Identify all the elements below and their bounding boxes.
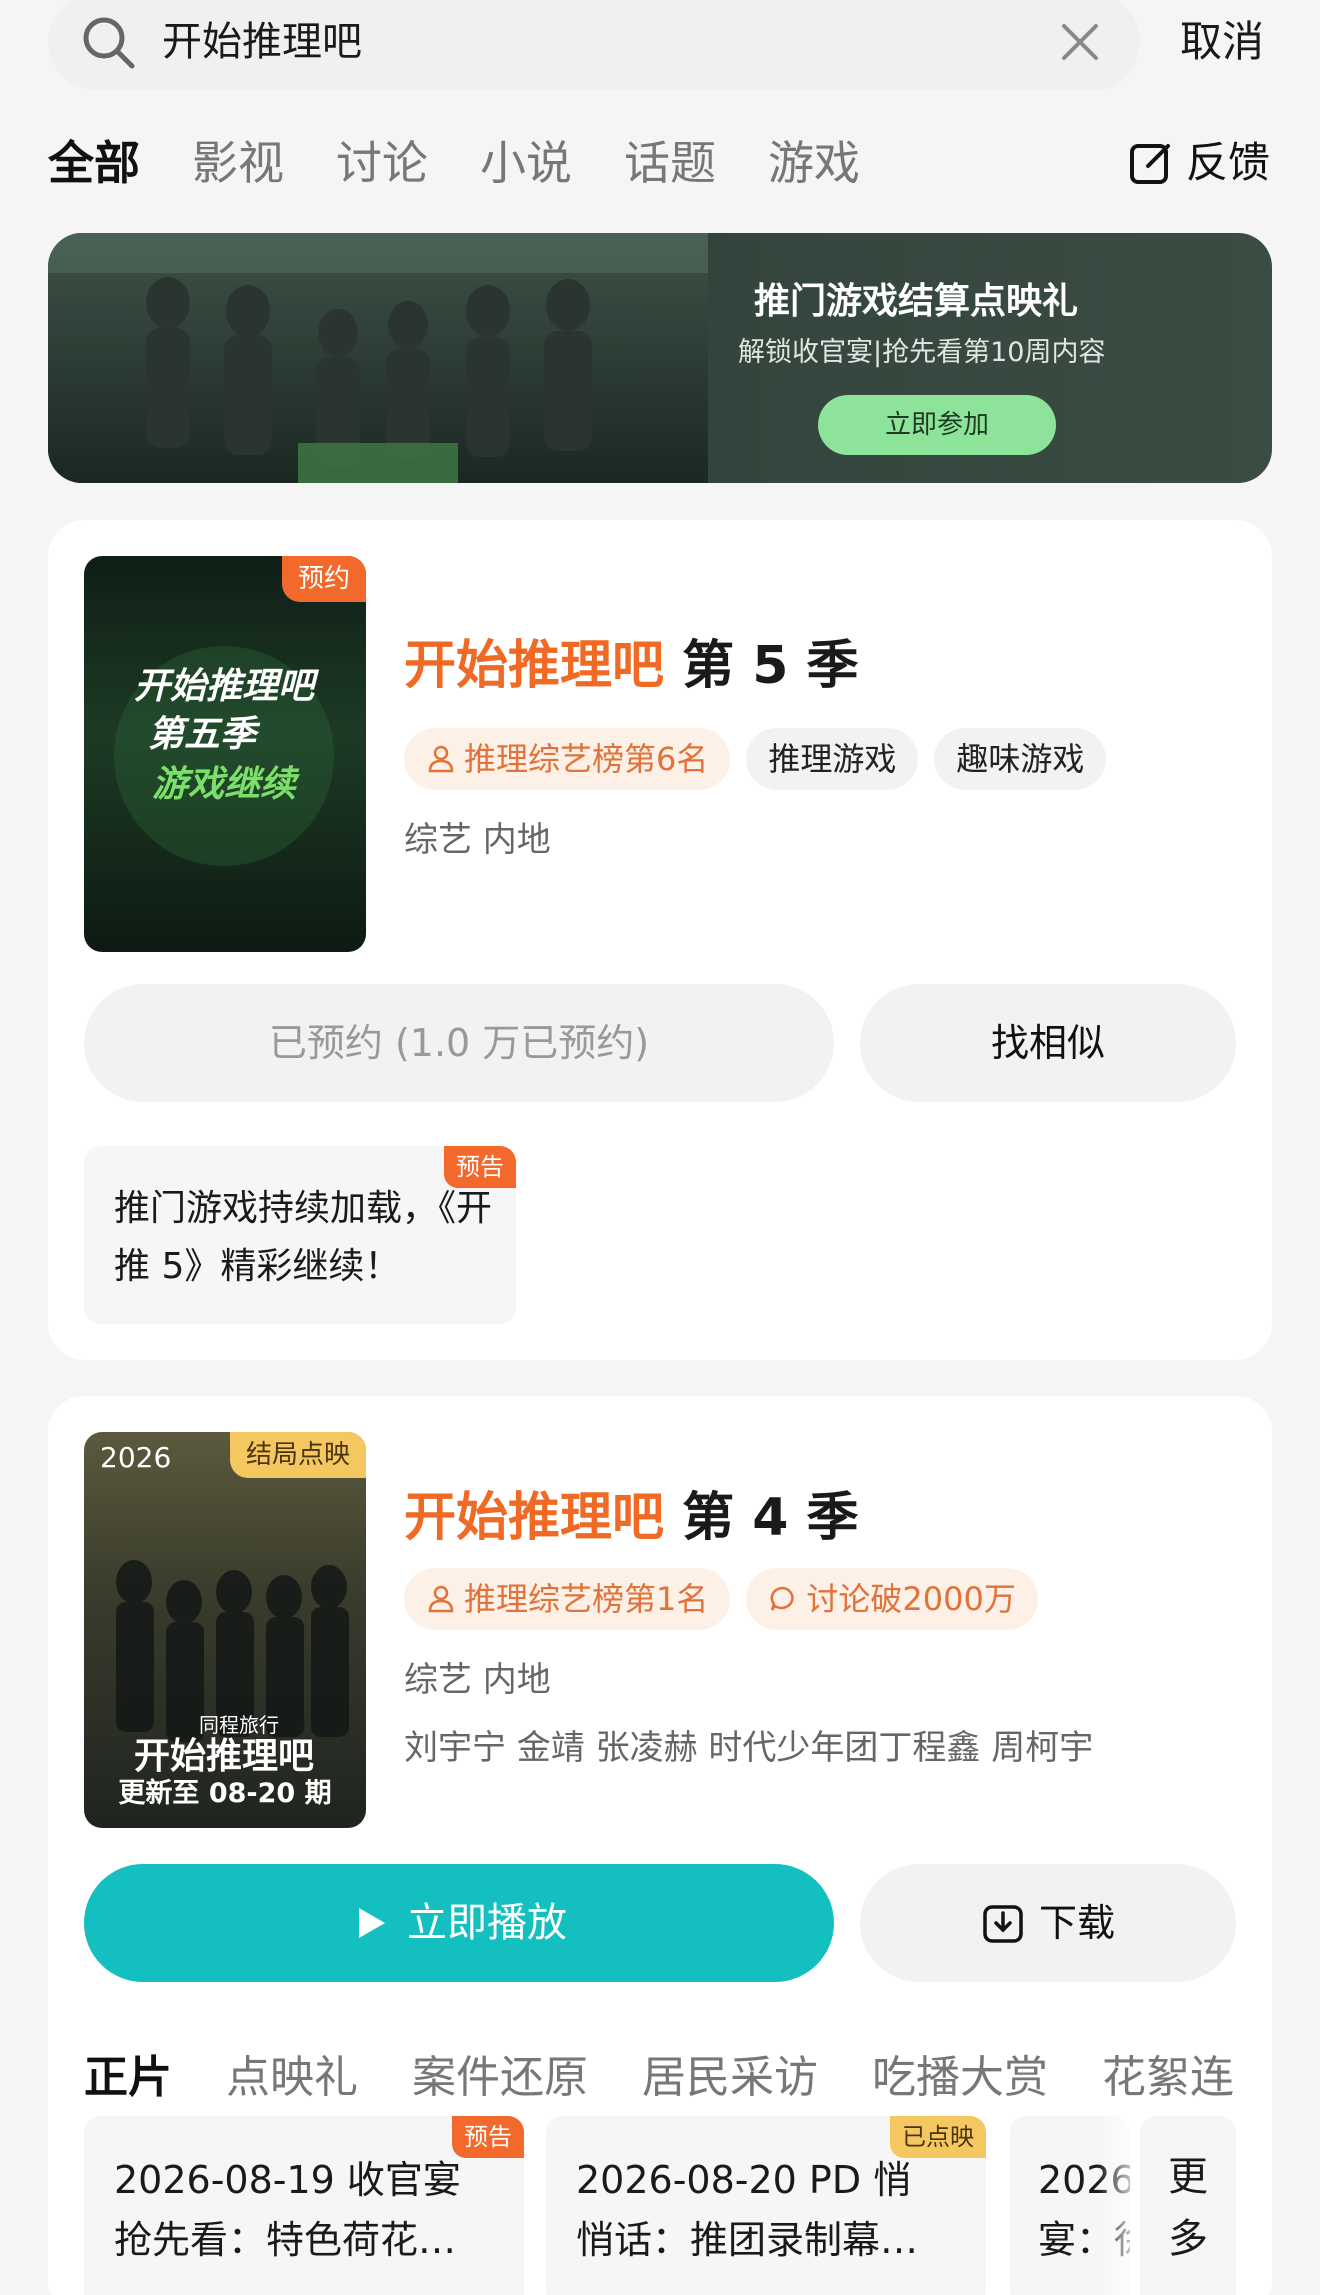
subtab-screening[interactable]: 点映礼 xyxy=(226,2046,358,2110)
tab-all[interactable]: 全部 xyxy=(48,130,140,200)
trailer-badge: 预告 xyxy=(444,1146,516,1188)
play-icon xyxy=(359,1908,385,1938)
poster-line-3: 游戏继续 xyxy=(152,764,300,805)
poster-art: 同程旅行 开始推理吧 xyxy=(116,1560,349,1777)
join-now-button[interactable]: 立即参加 xyxy=(818,395,1056,455)
episode-title: 2026-08-20 PD 悄 悄话：推团录制幕… xyxy=(576,2158,919,2262)
episode-card[interactable]: 2026-08-19 收官宴 抢先看：特色荷花… 预告 xyxy=(84,2116,524,2295)
poster-art: 开始推理吧 第五季 游戏继续 xyxy=(114,646,334,866)
show-meta: 综艺 内地 xyxy=(404,820,551,860)
tab-discussion[interactable]: 讨论 xyxy=(336,130,428,200)
ranking-tag[interactable]: 推理综艺榜第6名 xyxy=(404,728,731,790)
more-button[interactable]: 更 多 xyxy=(1140,2116,1236,2295)
poster[interactable]: 同程旅行 开始推理吧 2026 结局点映 更新至 08-20 期 xyxy=(84,1432,366,1828)
subtab-bloopers[interactable]: 花絮连 xyxy=(1102,2046,1234,2110)
ranking-tag[interactable]: 推理综艺榜第1名 xyxy=(404,1568,731,1630)
show-title[interactable]: 开始推理吧 第 5 季 xyxy=(404,632,859,700)
play-now-button[interactable]: 立即播放 xyxy=(84,1864,834,1982)
download-button[interactable]: 下载 xyxy=(860,1864,1236,1982)
episode-category-tabs: 正片 点映礼 案件还原 居民采访 吃播大赏 花絮连 xyxy=(84,2046,1272,2110)
tab-game[interactable]: 游戏 xyxy=(768,130,860,200)
cast-list: 刘宇宁 金靖 张凌赫 时代少年团丁程鑫 周柯宇 xyxy=(404,1728,1094,1768)
banner-subtitle: 解锁收官宴|抢先看第10周内容 xyxy=(738,337,1106,368)
download-icon xyxy=(983,1905,1023,1943)
tag-list: 推理综艺榜第6名 推理游戏 趣味游戏 xyxy=(404,728,1122,790)
person-icon xyxy=(428,1585,454,1613)
category-tabs: 全部 影视 讨论 小说 话题 游戏 xyxy=(48,130,912,200)
poster[interactable]: 开始推理吧 第五季 游戏继续 预约 xyxy=(84,556,366,952)
find-similar-button[interactable]: 找相似 xyxy=(860,984,1236,1102)
trailer-text: 推门游戏持续加载，《开推 5》精彩继续！ xyxy=(114,1188,493,1287)
finale-badge: 结局点映 xyxy=(229,1432,366,1478)
clear-icon[interactable] xyxy=(1056,18,1104,66)
banner-title: 推门游戏结算点映礼 xyxy=(754,281,1079,322)
episode-card[interactable]: 2026-08-20 PD 悄 悄话：推团录制幕… 已点映 xyxy=(546,2116,986,2295)
tag-list: 推理综艺榜第1名 讨论破2000万 xyxy=(404,1568,1054,1630)
subtab-main[interactable]: 正片 xyxy=(84,2046,172,2110)
genre-tag[interactable]: 趣味游戏 xyxy=(934,728,1107,790)
update-status: 更新至 08-20 期 xyxy=(118,1778,332,1809)
show-title[interactable]: 开始推理吧 第 4 季 xyxy=(404,1484,859,1552)
discussion-tag[interactable]: 讨论破2000万 xyxy=(746,1568,1038,1630)
person-icon xyxy=(428,745,454,773)
reserve-badge: 预约 xyxy=(281,556,366,602)
poster-year: 2026 xyxy=(100,1441,172,1474)
poster-brand: 同程旅行 xyxy=(199,1713,279,1737)
tab-novel[interactable]: 小说 xyxy=(480,130,572,200)
show-meta: 综艺 内地 xyxy=(404,1660,551,1700)
subtab-mukbang[interactable]: 吃播大赏 xyxy=(872,2046,1048,2110)
scroll-fade xyxy=(1098,2116,1142,2295)
trailer-card[interactable]: 推门游戏持续加载，《开推 5》精彩继续！ 预告 xyxy=(84,1146,516,1324)
episode-badge: 预告 xyxy=(452,2116,524,2158)
promo-banner[interactable]: 推门游戏结算点映礼 解锁收官宴|抢先看第10周内容 立即参加 xyxy=(48,233,1272,483)
episode-title: 2026-08-19 收官宴 抢先看：特色荷花… xyxy=(114,2158,461,2262)
edit-icon xyxy=(1130,144,1170,184)
result-card: 同程旅行 开始推理吧 2026 结局点映 更新至 08-20 期 开始推理吧 第… xyxy=(48,1396,1272,2295)
chat-bubble-icon xyxy=(770,1586,795,1611)
poster-logo: 开始推理吧 xyxy=(134,1736,314,1777)
cancel-button[interactable]: 取消 xyxy=(1180,14,1264,70)
tab-video[interactable]: 影视 xyxy=(192,130,284,200)
subtab-case-recap[interactable]: 案件还原 xyxy=(412,2046,588,2110)
subtab-interviews[interactable]: 居民采访 xyxy=(642,2046,818,2110)
episode-badge: 已点映 xyxy=(890,2116,986,2158)
genre-tag[interactable]: 推理游戏 xyxy=(746,728,919,790)
tab-topic[interactable]: 话题 xyxy=(624,130,716,200)
poster-line-1: 开始推理吧 xyxy=(134,666,320,707)
feedback-button[interactable]: 反馈 xyxy=(1128,130,1270,196)
reserved-button[interactable]: 已预约 (1.0 万已预约) xyxy=(84,984,834,1102)
result-card: 开始推理吧 第五季 游戏继续 预约 开始推理吧 第 5 季 推理综艺榜第6名 推… xyxy=(48,520,1272,1360)
search-input[interactable]: 开始推理吧 xyxy=(162,14,362,70)
feedback-label: 反馈 xyxy=(1186,138,1271,187)
search-icon xyxy=(83,17,135,69)
poster-line-2: 第五季 xyxy=(148,714,261,755)
banner-cast-image xyxy=(48,233,708,483)
search-row: 开始推理吧 取消 xyxy=(0,0,1320,100)
